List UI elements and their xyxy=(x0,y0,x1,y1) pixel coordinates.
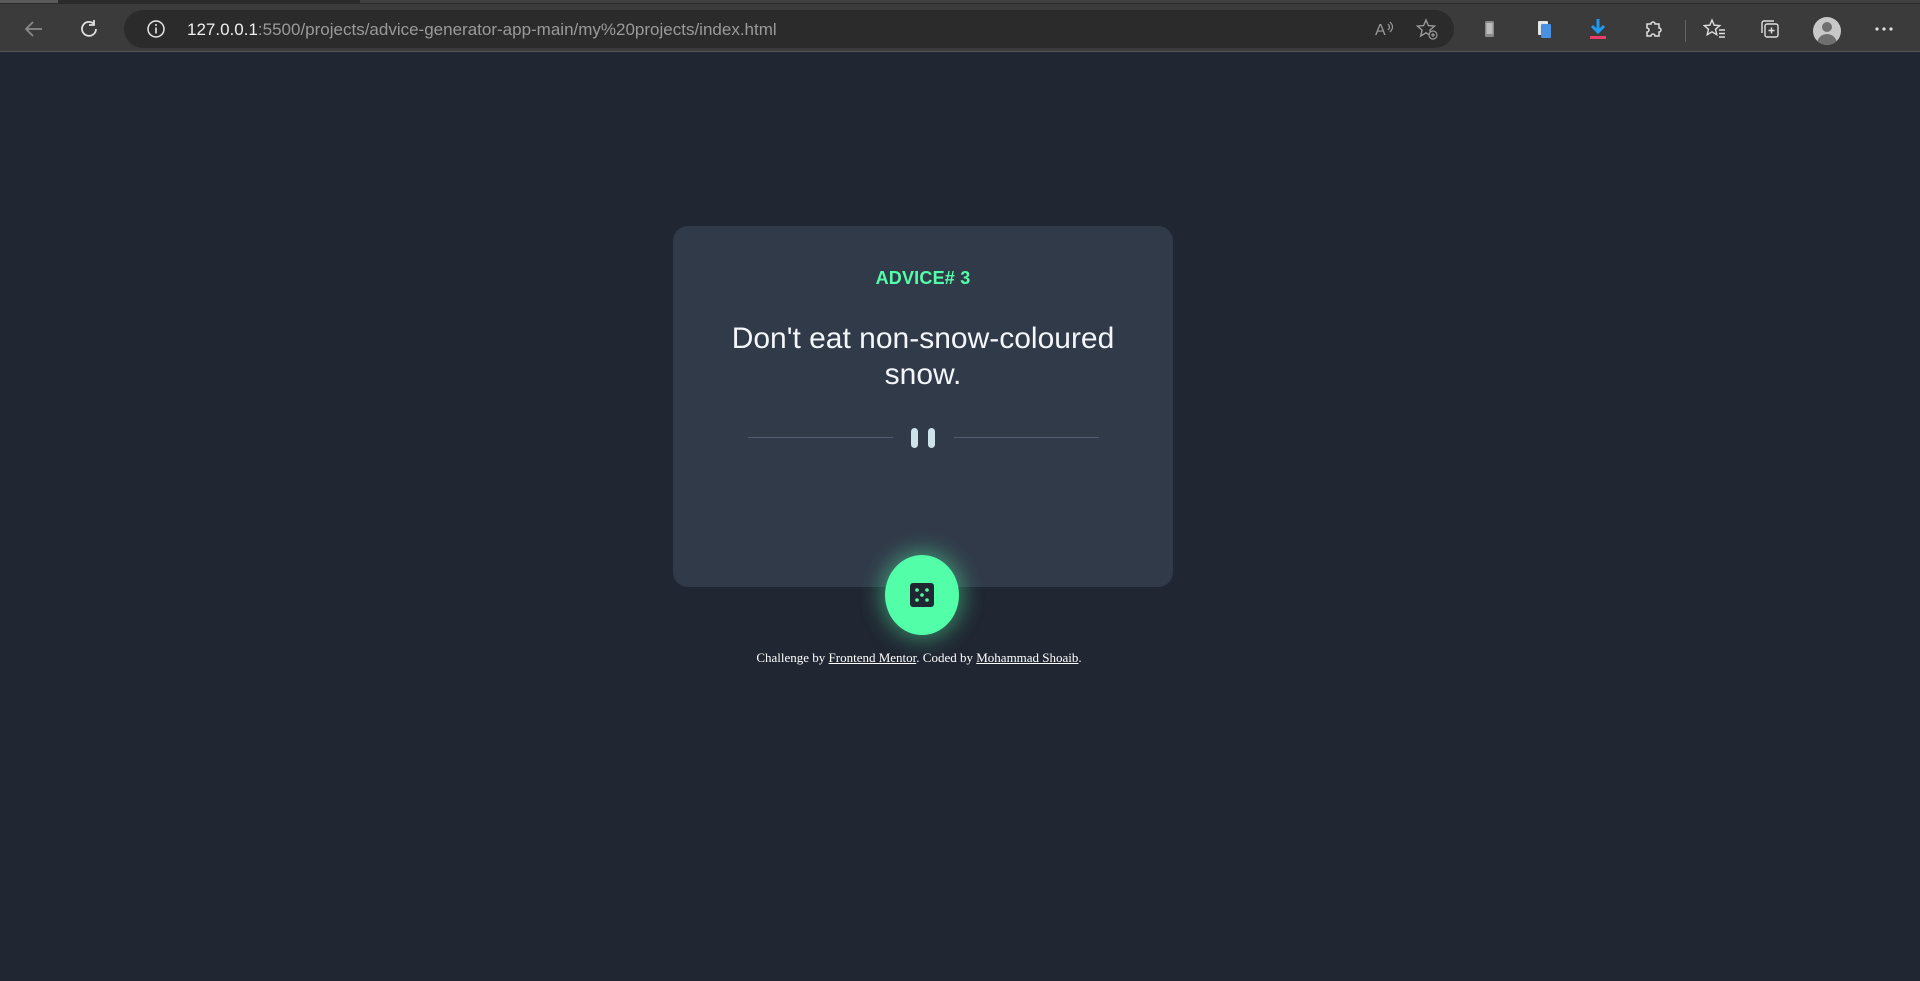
favorites-icon[interactable] xyxy=(1699,13,1731,45)
profile-icon[interactable] xyxy=(1813,17,1841,45)
back-icon[interactable] xyxy=(18,13,50,45)
advice-card: ADVICE# 3 Don't eat non-snow-coloured sn… xyxy=(673,226,1173,587)
url-path: :5500/projects/advice-generator-app-main… xyxy=(257,20,777,39)
add-favorite-icon[interactable] xyxy=(1415,18,1438,45)
address-bar[interactable]: 127.0.0.1:5500/projects/advice-generator… xyxy=(124,10,1454,48)
pause-icon xyxy=(911,428,937,448)
attribution-prefix: Challenge by xyxy=(756,650,829,665)
tab-strip-edge xyxy=(360,0,1920,3)
frontend-mentor-link[interactable]: Frontend Mentor xyxy=(829,650,917,665)
attribution: Challenge by Frontend Mentor. Coded by M… xyxy=(0,650,1838,666)
attribution-suffix: . xyxy=(1078,650,1082,665)
attribution-middle: . Coded by xyxy=(916,650,977,665)
url-text[interactable]: 127.0.0.1:5500/projects/advice-generator… xyxy=(187,20,777,40)
advice-text: Don't eat non-snow-coloured snow. xyxy=(731,322,1115,391)
dice-button[interactable] xyxy=(885,555,959,635)
download-icon[interactable] xyxy=(1582,13,1614,45)
svg-text:A: A xyxy=(1375,22,1386,39)
dice-icon xyxy=(910,583,934,607)
browser-toolbar: 127.0.0.1:5500/projects/advice-generator… xyxy=(0,4,1920,52)
active-tab-edge[interactable] xyxy=(0,0,58,3)
phone-icon[interactable] xyxy=(1473,13,1505,45)
info-icon[interactable] xyxy=(146,19,166,39)
page-icon[interactable] xyxy=(1528,13,1560,45)
extensions-icon[interactable] xyxy=(1637,13,1669,45)
read-aloud-icon[interactable]: A xyxy=(1374,19,1396,44)
advice-number: ADVICE# 3 xyxy=(875,268,971,288)
toolbar-separator xyxy=(1685,20,1686,42)
refresh-icon[interactable] xyxy=(73,13,105,45)
url-host: 127.0.0.1 xyxy=(187,20,258,39)
collections-icon[interactable] xyxy=(1754,13,1786,45)
more-icon[interactable] xyxy=(1868,13,1900,45)
divider-line-right xyxy=(954,437,1099,438)
pattern-divider xyxy=(748,428,1099,448)
author-link[interactable]: Mohammad Shoaib xyxy=(976,650,1078,665)
divider-line-left xyxy=(748,437,893,438)
